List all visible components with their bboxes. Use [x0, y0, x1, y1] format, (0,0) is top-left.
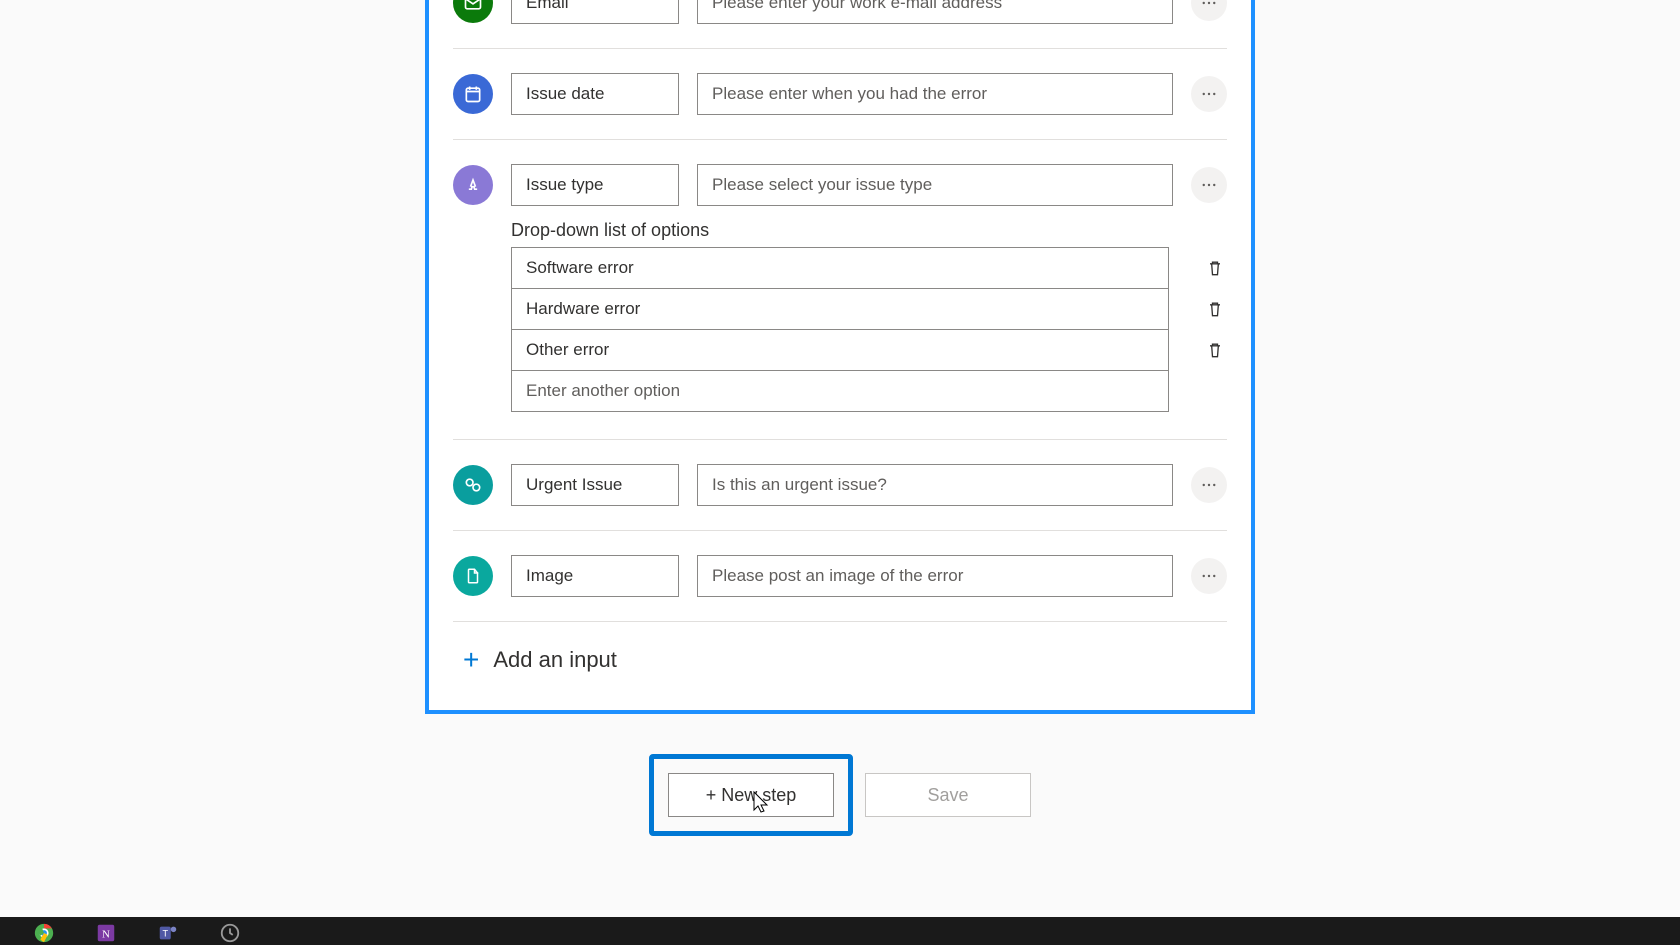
field-placeholder-input[interactable]: Please enter when you had the error [697, 73, 1173, 115]
app-icon[interactable] [214, 921, 246, 945]
field-row-email: Email Please enter your work e-mail addr… [453, 0, 1227, 49]
trigger-card: Email Please enter your work e-mail addr… [425, 0, 1255, 714]
text-icon [453, 165, 493, 205]
field-placeholder-input[interactable]: Please enter your work e-mail address [697, 0, 1173, 24]
add-input-label: Add an input [493, 647, 617, 673]
file-icon [453, 556, 493, 596]
field-row-issue-date: Issue date Please enter when you had the… [453, 49, 1227, 140]
field-name-input[interactable]: Issue date [511, 73, 679, 115]
field-more-button[interactable] [1191, 558, 1227, 594]
svg-text:N: N [102, 929, 110, 941]
field-more-button[interactable] [1191, 76, 1227, 112]
field-name-input[interactable]: Image [511, 555, 679, 597]
onenote-icon[interactable]: N [90, 921, 122, 945]
field-more-button[interactable] [1191, 467, 1227, 503]
dropdown-option-row: Software error [511, 247, 1227, 288]
field-more-button[interactable] [1191, 0, 1227, 21]
plus-icon: + [463, 644, 479, 676]
svg-text:T: T [162, 929, 168, 939]
yesno-icon [453, 465, 493, 505]
chrome-icon[interactable] [28, 921, 60, 945]
dropdown-options-label: Drop-down list of options [511, 220, 1227, 241]
delete-option-button[interactable] [1203, 258, 1227, 278]
email-icon [453, 0, 493, 23]
field-name-input[interactable]: Issue type [511, 164, 679, 206]
field-name-input[interactable]: Email [511, 0, 679, 24]
windows-taskbar[interactable]: N T [0, 917, 1680, 945]
teams-icon[interactable]: T [152, 921, 184, 945]
field-row-urgent-issue: Urgent Issue Is this an urgent issue? [453, 440, 1227, 531]
dropdown-option-input[interactable]: Hardware error [511, 288, 1169, 330]
dropdown-new-option-input[interactable]: Enter another option [511, 370, 1169, 412]
save-button[interactable]: Save [865, 773, 1031, 817]
delete-option-button[interactable] [1203, 299, 1227, 319]
action-bar: + New step Save [649, 754, 1031, 836]
field-row-issue-type: Issue type Please select your issue type [453, 140, 1227, 220]
field-placeholder-input[interactable]: Is this an urgent issue? [697, 464, 1173, 506]
highlight-box: + New step [649, 754, 853, 836]
dropdown-option-row: Hardware error [511, 288, 1227, 329]
field-more-button[interactable] [1191, 167, 1227, 203]
calendar-icon [453, 74, 493, 114]
dropdown-options-section: Drop-down list of options Software error… [453, 220, 1227, 440]
flow-designer-canvas: Email Please enter your work e-mail addr… [0, 0, 1680, 945]
dropdown-option-input[interactable]: Software error [511, 247, 1169, 289]
dropdown-option-input[interactable]: Other error [511, 329, 1169, 371]
delete-option-button[interactable] [1203, 340, 1227, 360]
field-row-image: Image Please post an image of the error [453, 531, 1227, 622]
field-name-input[interactable]: Urgent Issue [511, 464, 679, 506]
dropdown-option-row: Other error [511, 329, 1227, 370]
add-input-button[interactable]: + Add an input [453, 622, 1227, 700]
new-step-button[interactable]: + New step [668, 773, 834, 817]
field-placeholder-input[interactable]: Please select your issue type [697, 164, 1173, 206]
dropdown-new-option-row: Enter another option [511, 370, 1227, 411]
field-placeholder-input[interactable]: Please post an image of the error [697, 555, 1173, 597]
